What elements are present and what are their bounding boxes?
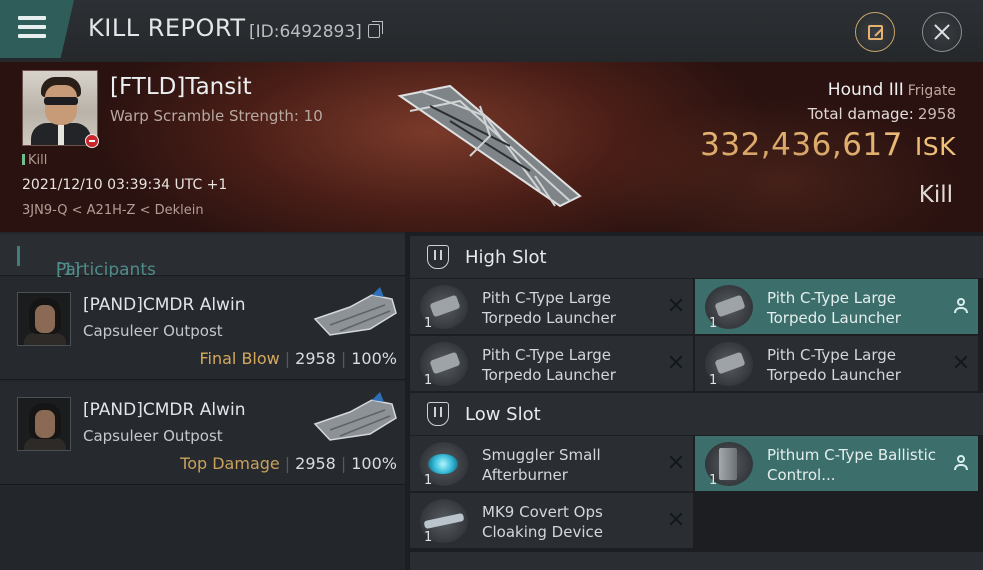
participant-row[interactable]: [PAND]CMDR Alwin Capsuleer Outpost Top D…	[0, 382, 405, 485]
menu-icon	[18, 16, 46, 20]
high-slot-header: High Slot	[410, 236, 983, 278]
kill-location[interactable]: 3JN9-Q < A21H-Z < Deklein	[22, 203, 204, 218]
destroyed-icon	[669, 512, 683, 526]
destroyed-icon	[954, 355, 968, 369]
kill-id: [ID:6492893]	[249, 22, 362, 42]
fitting-panel: High Slot 1 Pith C-Type Large Torpedo La…	[405, 232, 983, 570]
module-item[interactable]: 1 Pith C-Type Large Torpedo Launcher	[410, 336, 693, 391]
copy-icon[interactable]	[368, 21, 383, 38]
victim-ship-icon[interactable]	[390, 76, 600, 216]
page-title: KILL REPORT	[88, 14, 246, 42]
menu-icon-line	[18, 25, 46, 29]
low-slot-header: Low Slot	[410, 393, 983, 435]
participant-avatar[interactable]	[17, 292, 71, 346]
next-slot-header	[410, 552, 983, 570]
participants-header[interactable]: Participants [1]	[0, 234, 405, 280]
kill-result: Kill	[918, 182, 953, 208]
module-item[interactable]: 1 MK9 Covert Ops Cloaking Device	[410, 493, 693, 548]
participant-avatar[interactable]	[17, 397, 71, 451]
module-item[interactable]: 1 Pith C-Type Large Torpedo Launcher	[695, 279, 978, 334]
participant-row[interactable]: [PAND]CMDR Alwin Capsuleer Outpost Final…	[0, 277, 405, 380]
participant-corp: Capsuleer Outpost	[83, 427, 223, 445]
victim-banner: [FTLD]Tansit Warp Scramble Strength: 10 …	[0, 62, 983, 232]
participant-name[interactable]: [PAND]CMDR Alwin	[83, 295, 245, 315]
total-damage: Total damage: 2958	[807, 105, 956, 123]
victim-subtitle: Warp Scramble Strength: 10	[110, 107, 323, 125]
participant-ship-icon[interactable]	[310, 390, 400, 446]
destroyed-icon	[669, 355, 683, 369]
isk-value: 332,436,617 ISK	[700, 127, 956, 163]
title-bar: KILL REPORT [ID:6492893]	[0, 0, 983, 62]
module-item[interactable]: 1 Pithum C-Type Ballistic Control...	[695, 436, 978, 491]
participant-ship-icon[interactable]	[310, 285, 400, 341]
menu-button[interactable]	[0, 0, 74, 58]
module-item[interactable]: 1 Pith C-Type Large Torpedo Launcher	[410, 279, 693, 334]
module-item[interactable]: 1 Smuggler Small Afterburner	[410, 436, 693, 491]
close-button[interactable]	[922, 12, 962, 52]
dropped-user-icon	[954, 298, 968, 314]
kill-tag: Kill	[22, 153, 47, 168]
participant-corp: Capsuleer Outpost	[83, 322, 223, 340]
victim-name[interactable]: [FTLD]Tansit	[110, 74, 252, 100]
kill-timestamp: 2021/12/10 03:39:34 UTC +1	[22, 177, 228, 193]
ship-name[interactable]: Hound III Frigate	[828, 80, 956, 100]
participant-stats: Top Damage | 2958 | 100%	[180, 454, 397, 473]
module-item[interactable]: 1 Pith C-Type Large Torpedo Launcher	[695, 336, 978, 391]
participants-panel: Participants [1] [PAND]CMDR Alwin Capsul…	[0, 232, 405, 570]
kill-status-icon	[85, 134, 99, 148]
dropped-user-icon	[954, 455, 968, 471]
participant-name[interactable]: [PAND]CMDR Alwin	[83, 400, 245, 420]
share-button[interactable]	[855, 12, 895, 52]
destroyed-icon	[669, 455, 683, 469]
menu-icon-line	[18, 34, 46, 38]
destroyed-icon	[669, 298, 683, 312]
victim-portrait[interactable]	[22, 70, 98, 146]
low-slot-icon	[427, 402, 449, 426]
high-slot-icon	[427, 245, 449, 269]
participant-stats: Final Blow | 2958 | 100%	[199, 349, 397, 368]
